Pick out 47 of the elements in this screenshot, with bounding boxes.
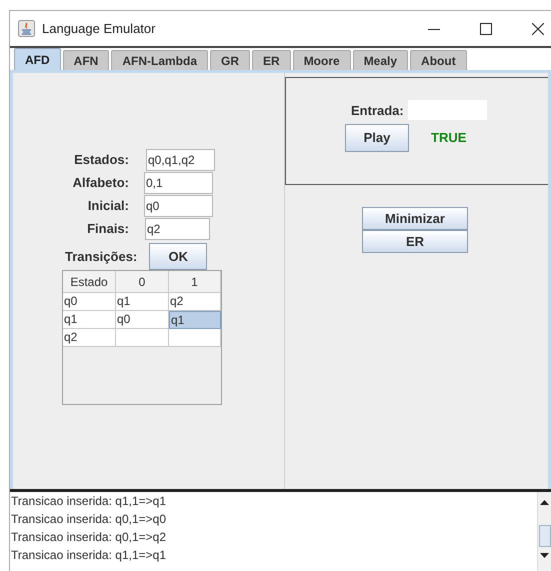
table-cell[interactable]: q0 (63, 293, 116, 311)
transitions-label: Transições: (65, 248, 138, 266)
table-cell[interactable]: q1 (169, 311, 221, 329)
field-label: Alfabeto: (72, 174, 129, 192)
result-text: TRUE (431, 129, 466, 148)
column-header[interactable]: 1 (169, 271, 221, 293)
scroll-thumb[interactable] (538, 525, 550, 547)
tab[interactable]: AFN (62, 50, 110, 70)
input-field[interactable]: 0,1 (144, 172, 213, 194)
column-header[interactable]: 0 (116, 271, 169, 293)
scrollbar[interactable] (537, 492, 551, 571)
input-field[interactable]: q2 (145, 218, 210, 240)
app-icon (18, 20, 35, 37)
ok-button[interactable]: OK (149, 243, 208, 270)
log-line: Transicao inserida: q1,1=>q1 (11, 493, 166, 510)
log-line: Transicao inserida: q0,1=>q2 (11, 529, 166, 546)
table-cell[interactable] (169, 329, 221, 347)
input-label: Entrada: (351, 102, 404, 120)
table-cell[interactable]: q1 (116, 293, 169, 311)
tab[interactable]: ER (252, 50, 291, 70)
table-cell[interactable]: q2 (169, 293, 221, 311)
field-label: Finais: (86, 220, 129, 238)
table-cell[interactable]: q0 (116, 311, 169, 329)
tab[interactable]: AFN-Lambda (111, 50, 208, 70)
play-button[interactable]: Play (345, 124, 409, 152)
window-title: Language Emulator (42, 20, 156, 38)
action-button[interactable]: ER (362, 230, 468, 253)
tab[interactable]: Mealy (352, 50, 408, 70)
maximize-icon[interactable] (480, 22, 492, 34)
field-label: Inicial: (86, 197, 129, 216)
scroll-up-icon[interactable] (540, 500, 549, 505)
tab[interactable]: About (410, 50, 467, 70)
log-line: Transicao inserida: q0,1=>q0 (11, 511, 166, 528)
table-cell[interactable] (116, 329, 169, 347)
action-button[interactable]: Minimizar (362, 207, 468, 230)
tab[interactable]: Moore (292, 50, 351, 70)
column-header[interactable]: Estado (63, 271, 116, 293)
tab[interactable]: AFD (14, 48, 61, 70)
scroll-down-icon[interactable] (540, 553, 549, 558)
field-label: Estados: (73, 151, 129, 170)
table-cell[interactable]: q1 (63, 311, 116, 329)
input-field[interactable]: q0 (144, 195, 213, 217)
log-line: Transicao inserida: q1,1=>q1 (11, 547, 166, 564)
close-icon[interactable] (532, 22, 544, 34)
tab[interactable]: GR (210, 50, 250, 70)
input-field[interactable]: q0,q1,q2 (146, 149, 215, 171)
table-cell[interactable]: q2 (63, 329, 116, 347)
